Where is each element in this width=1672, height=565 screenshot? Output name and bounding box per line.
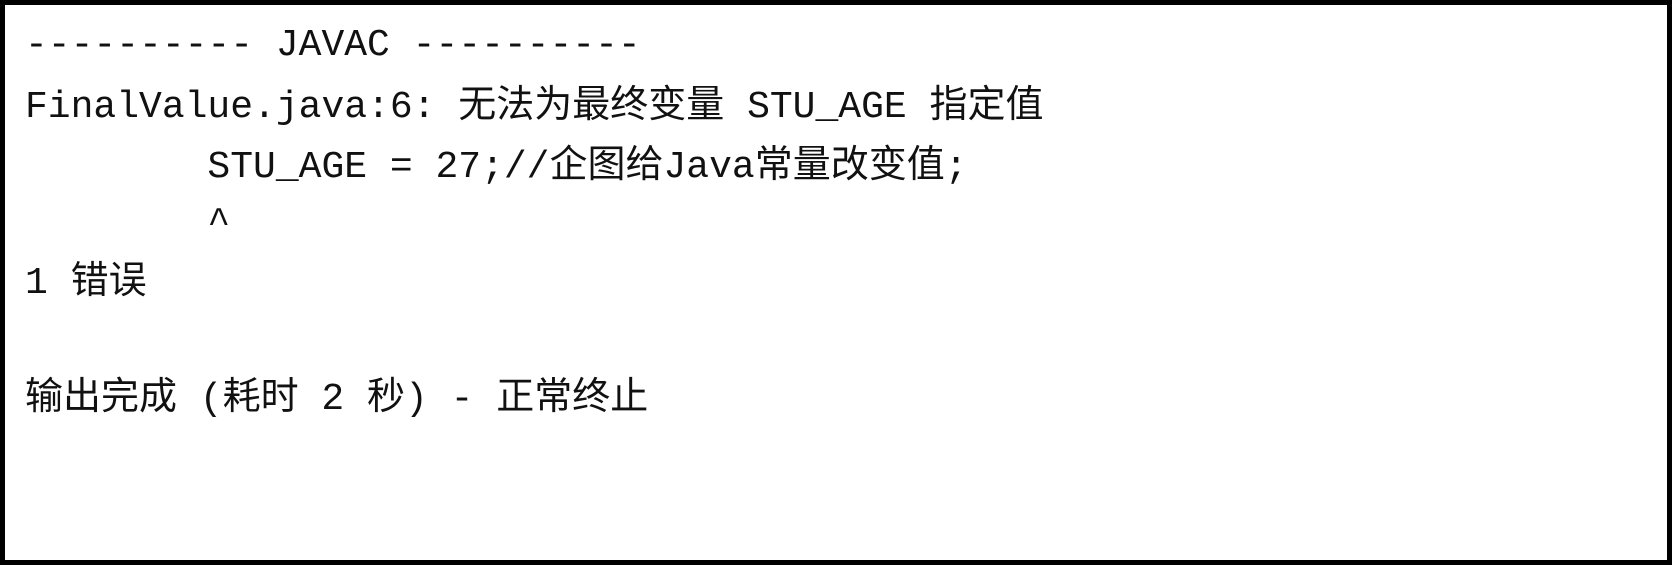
console-output-panel: ---------- JAVAC ---------- FinalValue.j… [0, 0, 1672, 565]
error-source-line: STU_AGE = 27;//企图给Java常量改变值; [25, 146, 968, 189]
error-count-line: 1 错误 [25, 262, 147, 305]
completion-status-line: 输出完成 (耗时 2 秒) - 正常终止 [25, 378, 649, 421]
error-caret-indicator: ^ [25, 202, 231, 245]
compile-error-message: FinalValue.java:6: 无法为最终变量 STU_AGE 指定值 [25, 86, 1044, 129]
javac-header-line: ---------- JAVAC ---------- [25, 24, 641, 67]
console-text-area: ---------- JAVAC ---------- FinalValue.j… [25, 23, 1657, 550]
